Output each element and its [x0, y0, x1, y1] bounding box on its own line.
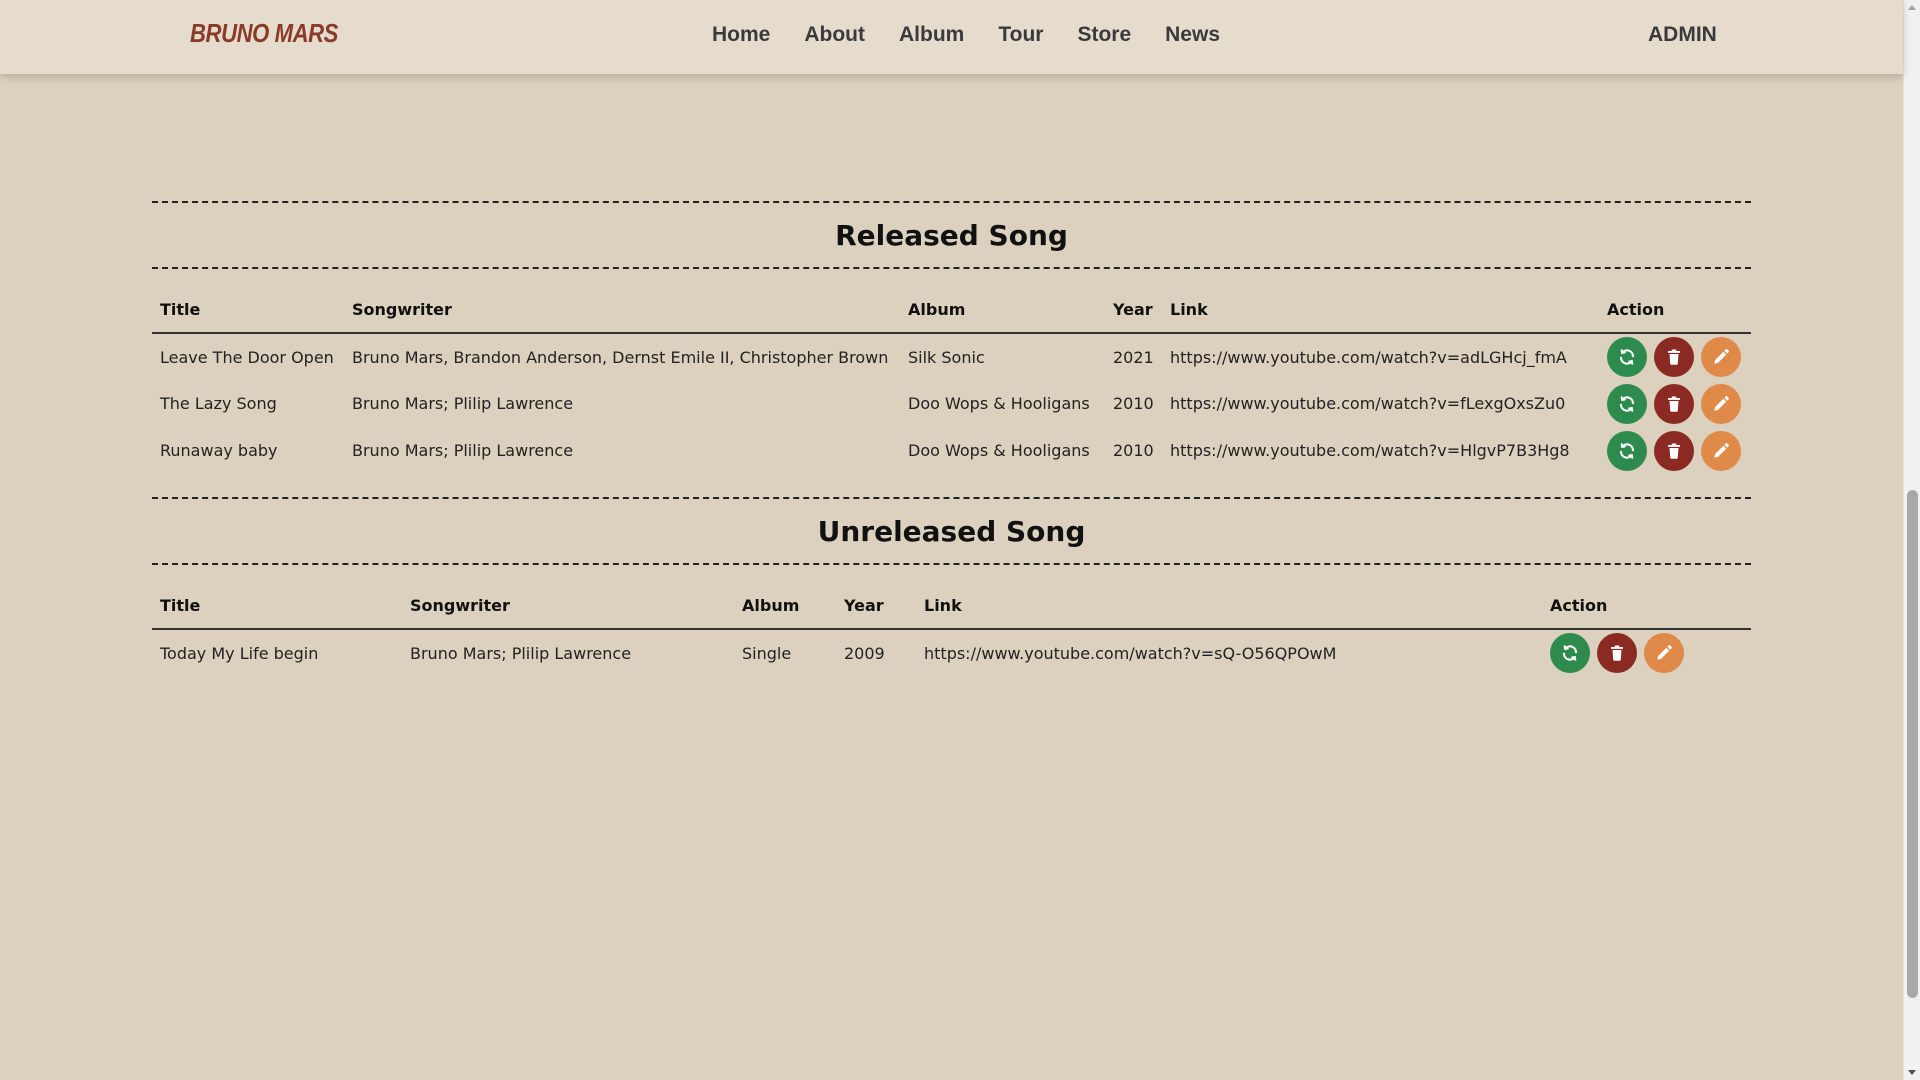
section-title: Unreleased Song: [817, 514, 1086, 548]
edit-button[interactable]: [1644, 633, 1684, 673]
cell-title: Leave The Door Open: [160, 347, 334, 367]
nav-admin[interactable]: ADMIN: [1648, 23, 1717, 47]
table-row: Runaway baby Bruno Mars; Plilip Lawrence D…: [152, 427, 1751, 474]
refresh-button[interactable]: [1607, 430, 1647, 471]
nav-store[interactable]: Store: [1077, 23, 1131, 47]
col-songwriter: Songwriter: [402, 583, 734, 630]
scroll-thumb[interactable]: [1907, 490, 1918, 998]
cell-album: Silk Sonic: [908, 347, 985, 367]
refresh-icon: [1618, 395, 1636, 413]
action-buttons: [1607, 430, 1743, 471]
col-link: Link: [916, 583, 1542, 630]
cell-songwriter: Bruno Mars; Plilip Lawrence: [352, 441, 574, 460]
cell-album: Doo Wops & Hooligans: [908, 441, 1090, 460]
col-album: Album: [734, 583, 836, 630]
action-buttons: [1607, 337, 1743, 377]
pencil-icon: [1712, 348, 1730, 366]
refresh-button[interactable]: [1607, 383, 1647, 424]
cell-year: 2009: [844, 643, 885, 663]
cell-title: Runaway baby: [160, 441, 278, 460]
refresh-icon: [1618, 348, 1636, 366]
cell-title: Today My Life begin: [160, 643, 319, 663]
unreleased-songs-section: Unreleased Song Title Songwriter Album Y…: [152, 497, 1751, 676]
col-action: Action: [1542, 583, 1751, 630]
cell-year: 2021: [1113, 347, 1154, 367]
cell-link: https://www.youtube.com/watch?v=fLexgOxs…: [1170, 394, 1566, 413]
section-title: Released Song: [835, 218, 1068, 252]
section-header: Unreleased Song: [152, 497, 1751, 565]
edit-button[interactable]: [1701, 337, 1741, 377]
nav-tour[interactable]: Tour: [998, 23, 1043, 47]
delete-button[interactable]: [1654, 383, 1694, 424]
delete-button[interactable]: [1654, 337, 1694, 377]
cell-action: [1599, 380, 1751, 427]
delete-button[interactable]: [1597, 633, 1637, 673]
nav-album[interactable]: Album: [899, 23, 964, 47]
table-row: The Lazy Song Bruno Mars; Plilip Lawrence…: [152, 380, 1751, 427]
brand-logo[interactable]: BRUNO MARS: [190, 18, 338, 49]
main-nav: Home About Album Tour Store News: [712, 23, 1220, 47]
cell-title: The Lazy Song: [160, 394, 277, 413]
cell-year: 2010: [1113, 394, 1154, 413]
cell-songwriter: Bruno Mars; Plilip Lawrence: [352, 394, 574, 413]
pencil-icon: [1712, 442, 1730, 460]
nav-about[interactable]: About: [804, 23, 865, 47]
col-album: Album: [900, 287, 1105, 334]
refresh-icon: [1561, 644, 1579, 662]
action-buttons: [1550, 633, 1743, 673]
table-row: Leave The Door Open Bruno Mars, Brandon A…: [152, 333, 1751, 380]
scroll-up-arrow-icon[interactable]: [1908, 5, 1916, 10]
refresh-icon: [1618, 442, 1636, 460]
released-songs-section: Released Song Title Songwriter Album Yea…: [152, 201, 1751, 474]
cell-action: [1599, 333, 1751, 380]
cell-songwriter: Bruno Mars, Brandon Anderson, Dernst Emi…: [352, 347, 889, 367]
edit-button[interactable]: [1701, 383, 1741, 424]
section-header: Released Song: [152, 201, 1751, 269]
col-link: Link: [1162, 287, 1599, 334]
col-title: Title: [152, 583, 402, 630]
released-songs-table: Title Songwriter Album Year Link Action …: [152, 287, 1751, 474]
cell-songwriter: Bruno Mars; Plilip Lawrence: [410, 643, 632, 663]
refresh-button[interactable]: [1607, 337, 1647, 377]
col-songwriter: Songwriter: [344, 287, 900, 334]
pencil-icon: [1712, 395, 1730, 413]
cell-link: https://www.youtube.com/watch?v=HlgvP7B3…: [1170, 441, 1570, 460]
cell-action: [1542, 629, 1751, 676]
col-year: Year: [836, 583, 916, 630]
trash-icon: [1665, 442, 1683, 460]
refresh-button[interactable]: [1550, 633, 1590, 673]
pencil-icon: [1655, 644, 1673, 662]
cell-album: Doo Wops & Hooligans: [908, 394, 1090, 413]
col-year: Year: [1105, 287, 1162, 334]
col-title: Title: [152, 287, 344, 334]
cell-link: https://www.youtube.com/watch?v=sQ-O56QP…: [924, 643, 1337, 663]
cell-year: 2010: [1113, 441, 1154, 460]
table-header-row: Title Songwriter Album Year Link Action: [152, 287, 1751, 334]
nav-home[interactable]: Home: [712, 23, 770, 47]
cell-action: [1599, 427, 1751, 474]
table-row: Today My Life begin Bruno Mars; Plilip La…: [152, 629, 1751, 676]
cell-link: https://www.youtube.com/watch?v=adLGHcj_…: [1170, 347, 1567, 367]
trash-icon: [1665, 348, 1683, 366]
scroll-down-arrow-icon[interactable]: [1908, 1070, 1916, 1075]
action-buttons: [1607, 383, 1743, 424]
edit-button[interactable]: [1701, 430, 1741, 471]
cell-album: Single: [742, 643, 792, 663]
unreleased-songs-table: Title Songwriter Album Year Link Action …: [152, 583, 1751, 676]
top-navbar: BRUNO MARS Home About Album Tour Store N…: [0, 0, 1903, 74]
trash-icon: [1608, 644, 1626, 662]
table-header-row: Title Songwriter Album Year Link Action: [152, 583, 1751, 630]
nav-news[interactable]: News: [1165, 23, 1220, 47]
col-action: Action: [1599, 287, 1751, 334]
trash-icon: [1665, 395, 1683, 413]
vertical-scrollbar[interactable]: [1903, 0, 1920, 1080]
delete-button[interactable]: [1654, 430, 1694, 471]
